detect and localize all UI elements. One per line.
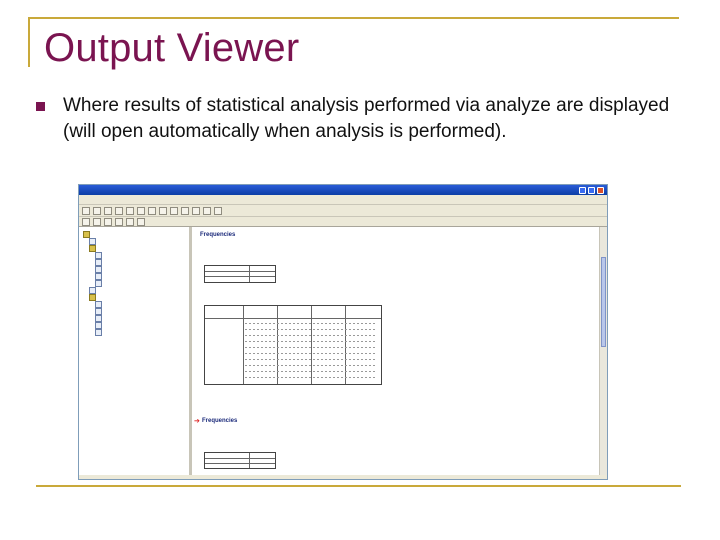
table-row: [245, 335, 377, 336]
table-row: [245, 377, 377, 378]
recall-dialog-icon[interactable]: [137, 206, 145, 215]
chart-icon[interactable]: [203, 206, 211, 215]
table-rule: [205, 458, 275, 459]
maximize-icon[interactable]: [588, 186, 595, 194]
table-rule: [205, 463, 275, 464]
slide-frame-left-line: [28, 17, 30, 67]
statistics-table-2: [204, 452, 276, 469]
table-rule: [345, 306, 346, 384]
minimize-icon[interactable]: [579, 186, 586, 194]
table-row: [245, 371, 377, 372]
document-icon: [95, 329, 102, 336]
variables-icon[interactable]: [181, 206, 189, 215]
tree-item-statistics-2[interactable]: [95, 322, 102, 329]
document-icon: [95, 266, 102, 273]
folder-icon: [83, 231, 90, 238]
viewer-toolbar-secondary: [79, 217, 607, 227]
goto-case-icon[interactable]: [170, 206, 178, 215]
promote-icon[interactable]: [82, 217, 90, 226]
table-rule: [243, 306, 244, 384]
table-rule: [205, 318, 381, 319]
document-icon: [89, 287, 96, 294]
vertical-scrollbar[interactable]: [599, 227, 607, 479]
hide-icon[interactable]: [137, 217, 145, 226]
viewer-toolbar: [79, 205, 607, 217]
table-rule: [249, 266, 250, 282]
viewer-panes: Frequencies ➔ Frequencies: [79, 227, 607, 479]
outline-pane[interactable]: [79, 227, 192, 479]
statistics-table: [204, 265, 276, 283]
tree-item-employment-category[interactable]: [95, 329, 102, 336]
find-icon[interactable]: [192, 206, 200, 215]
export-icon[interactable]: [126, 206, 134, 215]
preview-icon[interactable]: [115, 206, 123, 215]
tree-item-notes[interactable]: [95, 259, 102, 266]
document-icon: [95, 315, 102, 322]
expand-icon[interactable]: [104, 217, 112, 226]
demote-icon[interactable]: [93, 217, 101, 226]
slide-title: Output Viewer: [44, 26, 300, 70]
tree-item-frequencies[interactable]: [89, 245, 96, 252]
undo-icon[interactable]: [148, 206, 156, 215]
save-icon[interactable]: [93, 206, 101, 215]
document-icon: [95, 301, 102, 308]
content-pane[interactable]: Frequencies ➔ Frequencies: [192, 227, 607, 479]
table-row: [245, 329, 377, 330]
collapse-icon[interactable]: [115, 217, 123, 226]
viewer-titlebar: [79, 185, 607, 195]
tree-item-active-dataset-2[interactable]: [95, 315, 102, 322]
frequencies-heading-2: Frequencies: [202, 418, 238, 424]
slide-frame-bottom-line: [36, 485, 681, 487]
folder-icon: [89, 245, 96, 252]
table-rule: [249, 453, 250, 468]
tree-item-output[interactable]: [83, 231, 90, 238]
tree-item-statistics[interactable]: [95, 273, 102, 280]
table-row: [245, 359, 377, 360]
frequencies-heading: Frequencies: [200, 232, 236, 238]
tree-item-title-2[interactable]: [95, 301, 102, 308]
table-row: [245, 347, 377, 348]
tree-item-frequency-table[interactable]: [95, 280, 102, 287]
table-row: [245, 353, 377, 354]
tree-item-active-dataset[interactable]: [95, 266, 102, 273]
show-icon[interactable]: [126, 217, 134, 226]
close-icon[interactable]: [597, 186, 604, 194]
folder-icon: [89, 294, 96, 301]
document-icon: [95, 308, 102, 315]
table-rule: [205, 276, 275, 277]
designate-window-icon[interactable]: [214, 206, 222, 215]
spss-viewer-screenshot: Frequencies ➔ Frequencies: [78, 184, 608, 480]
table-rule: [311, 306, 312, 384]
tree-item-log[interactable]: [89, 238, 96, 245]
goto-data-icon[interactable]: [159, 206, 167, 215]
print-icon[interactable]: [104, 206, 112, 215]
red-arrow-icon: ➔: [194, 418, 200, 425]
document-icon: [95, 322, 102, 329]
document-icon: [95, 280, 102, 287]
viewer-menubar: [79, 195, 607, 205]
document-icon: [95, 259, 102, 266]
scrollbar-thumb[interactable]: [601, 257, 606, 347]
open-icon[interactable]: [82, 206, 90, 215]
table-rule: [205, 271, 275, 272]
tree-item-notes-2[interactable]: [95, 308, 102, 315]
document-icon: [95, 252, 102, 259]
tree-item-log-2[interactable]: [89, 287, 96, 294]
table-row: [245, 365, 377, 366]
tree-item-frequencies-2[interactable]: [89, 294, 96, 301]
tree-item-title[interactable]: [95, 252, 102, 259]
bullet-square-icon: [36, 102, 45, 111]
table-row: [245, 341, 377, 342]
table-rule: [277, 306, 278, 384]
document-icon: [95, 273, 102, 280]
document-icon: [89, 238, 96, 245]
slide-frame-top-line: [28, 17, 679, 19]
viewer-statusbar: [79, 475, 607, 479]
table-row: [245, 323, 377, 324]
frequency-table: [204, 305, 382, 385]
bullet-text: Where results of statistical analysis pe…: [63, 95, 670, 142]
